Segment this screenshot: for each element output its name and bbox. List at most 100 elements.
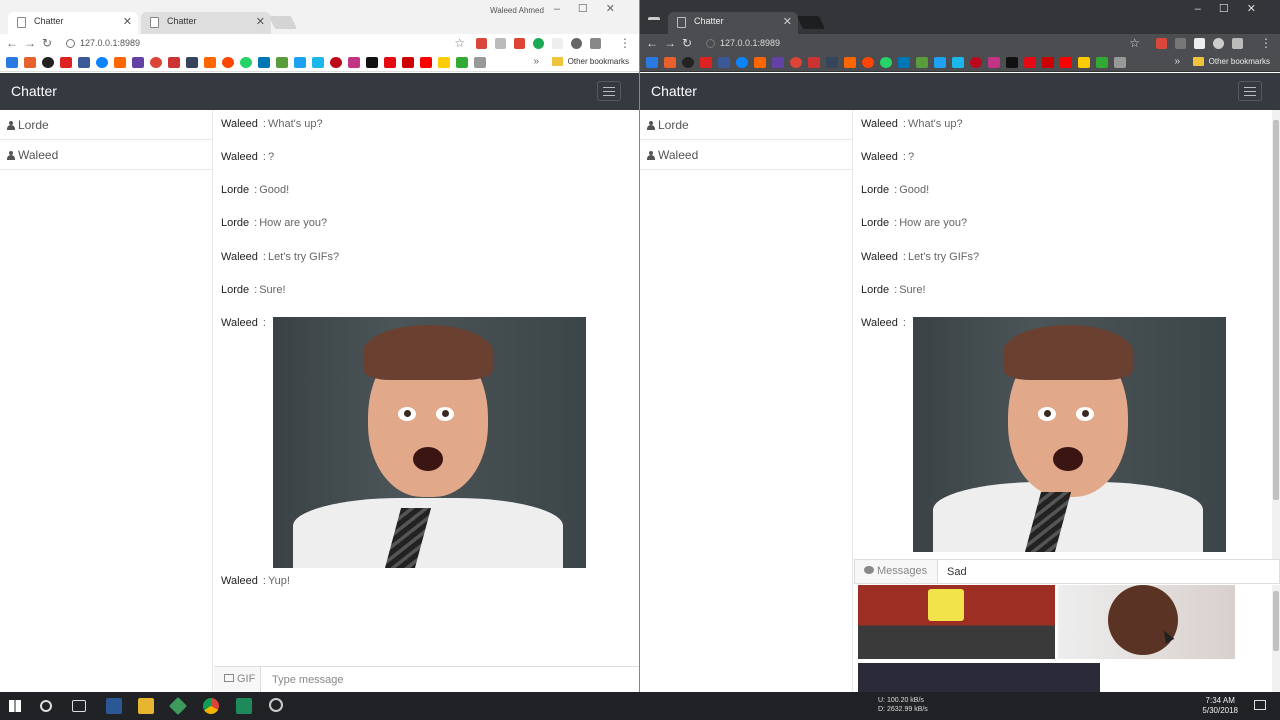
hamburger-menu-icon[interactable]: [597, 81, 621, 101]
gif-results-scrollbar[interactable]: [1272, 585, 1280, 692]
pinterest-icon[interactable]: [970, 57, 982, 68]
netflix-icon[interactable]: [1024, 57, 1036, 68]
extension-icon[interactable]: [495, 38, 506, 49]
tab-chatter-active[interactable]: Chatter ✕: [8, 12, 138, 34]
vimeo-icon[interactable]: [312, 57, 324, 68]
app-brand[interactable]: Chatter: [651, 83, 697, 99]
linkedin-icon[interactable]: [258, 57, 270, 68]
apple-icon[interactable]: [474, 57, 486, 68]
bookmark-icon[interactable]: [456, 57, 468, 68]
other-bookmarks[interactable]: Other bookmarks: [1192, 57, 1270, 66]
message-scrollbar[interactable]: [1272, 110, 1280, 559]
bookmark-icon[interactable]: [60, 57, 72, 68]
youtube-icon[interactable]: [420, 57, 432, 68]
app-icon[interactable]: [106, 698, 122, 714]
search-icon[interactable]: [40, 700, 52, 712]
medium-icon[interactable]: [366, 57, 378, 68]
window-controls[interactable]: –☐✕: [554, 2, 633, 15]
gif-result-thumbnail[interactable]: [858, 585, 1055, 659]
facebook-icon[interactable]: [78, 57, 90, 68]
twitter-icon[interactable]: [294, 57, 306, 68]
soundcloud-icon[interactable]: [754, 57, 766, 68]
app-brand[interactable]: Chatter: [11, 83, 57, 99]
gif-result-thumbnail[interactable]: [1058, 585, 1235, 659]
github-icon[interactable]: [42, 57, 54, 68]
vimeo-icon[interactable]: [952, 57, 964, 68]
bookmark-icon[interactable]: [1078, 57, 1090, 68]
reddit-icon[interactable]: [862, 57, 874, 68]
gif-button[interactable]: GIF: [214, 667, 261, 692]
info-icon[interactable]: [706, 39, 715, 48]
scrollbar-thumb[interactable]: [1273, 591, 1279, 651]
google-plus-icon[interactable]: [790, 57, 802, 68]
user-item-waleed[interactable]: Waleed: [0, 140, 212, 170]
linkedin-icon[interactable]: [898, 57, 910, 68]
extension-icon[interactable]: [1156, 38, 1167, 49]
tab-chatter-active[interactable]: Chatter ✕: [668, 12, 798, 34]
more-bookmarks-icon[interactable]: »: [533, 56, 539, 67]
messenger-icon[interactable]: [736, 57, 748, 68]
terminal-icon[interactable]: [236, 698, 252, 714]
medium-icon[interactable]: [1006, 57, 1018, 68]
bookmark-icon[interactable]: [6, 57, 18, 68]
instagram-icon[interactable]: [988, 57, 1000, 68]
address-bar[interactable]: 127.0.0.1:8989 ☆: [702, 36, 1142, 52]
tumblr-icon[interactable]: [826, 57, 838, 68]
extension-icon[interactable]: [1213, 38, 1224, 49]
star-icon[interactable]: ☆: [454, 36, 465, 50]
bookmark-icon[interactable]: [664, 57, 676, 68]
soundcloud-icon[interactable]: [114, 57, 126, 68]
tab-chatter[interactable]: Chatter ✕: [141, 12, 271, 34]
task-view-icon[interactable]: [72, 700, 86, 712]
clock[interactable]: 7:34 AM 5/30/2018: [1202, 696, 1238, 716]
close-tab-icon[interactable]: ✕: [256, 15, 265, 28]
bookmark-icon[interactable]: [646, 57, 658, 68]
bookmark-icon[interactable]: [24, 57, 36, 68]
hacker-news-icon[interactable]: [844, 57, 856, 68]
extension-icon[interactable]: [476, 38, 487, 49]
new-tab-button[interactable]: [796, 16, 826, 29]
gmail-icon[interactable]: [168, 57, 180, 68]
profile-name[interactable]: Waleed Ahmed: [490, 6, 544, 15]
gmail-icon[interactable]: [808, 57, 820, 68]
extension-icon[interactable]: [590, 38, 601, 49]
tumblr-icon[interactable]: [186, 57, 198, 68]
twitch-icon[interactable]: [772, 57, 784, 68]
upwork-icon[interactable]: [916, 57, 928, 68]
git-icon[interactable]: [168, 696, 188, 716]
close-tab-icon[interactable]: ✕: [123, 15, 132, 28]
user-item-waleed[interactable]: Waleed: [640, 140, 852, 170]
more-bookmarks-icon[interactable]: »: [1174, 56, 1180, 67]
file-explorer-icon[interactable]: [138, 698, 154, 714]
google-plus-icon[interactable]: [150, 57, 162, 68]
facebook-icon[interactable]: [718, 57, 730, 68]
nav-buttons[interactable]: ←→↻: [6, 36, 58, 50]
pinterest-icon[interactable]: [330, 57, 342, 68]
upwork-icon[interactable]: [276, 57, 288, 68]
twitch-icon[interactable]: [132, 57, 144, 68]
windows-start-icon[interactable]: [9, 700, 21, 712]
extension-icon[interactable]: [1194, 38, 1205, 49]
apple-icon[interactable]: [1114, 57, 1126, 68]
star-icon[interactable]: ☆: [1129, 36, 1140, 50]
message-input[interactable]: [262, 667, 639, 692]
bookmark-icon[interactable]: [1096, 57, 1108, 68]
messages-button[interactable]: Messages: [855, 560, 938, 583]
extension-icon[interactable]: [552, 38, 563, 49]
bookmark-icon[interactable]: [402, 57, 414, 68]
whatsapp-icon[interactable]: [240, 57, 252, 68]
menu-icon[interactable]: ⋮: [1260, 36, 1272, 50]
hamburger-menu-icon[interactable]: [1238, 81, 1262, 101]
address-bar[interactable]: 127.0.0.1:8989 ☆: [62, 36, 467, 52]
gif-search-input[interactable]: [939, 560, 1279, 583]
notification-icon[interactable]: [1254, 700, 1266, 710]
nav-buttons[interactable]: ←→↻: [646, 36, 698, 50]
bookmark-icon[interactable]: [700, 57, 712, 68]
user-item-lorde[interactable]: Lorde: [640, 110, 852, 140]
other-bookmarks[interactable]: Other bookmarks: [551, 57, 629, 66]
github-icon[interactable]: [682, 57, 694, 68]
close-tab-icon[interactable]: ✕: [783, 15, 792, 28]
extension-icon[interactable]: [533, 38, 544, 49]
twitter-icon[interactable]: [934, 57, 946, 68]
new-tab-button[interactable]: [268, 16, 298, 29]
